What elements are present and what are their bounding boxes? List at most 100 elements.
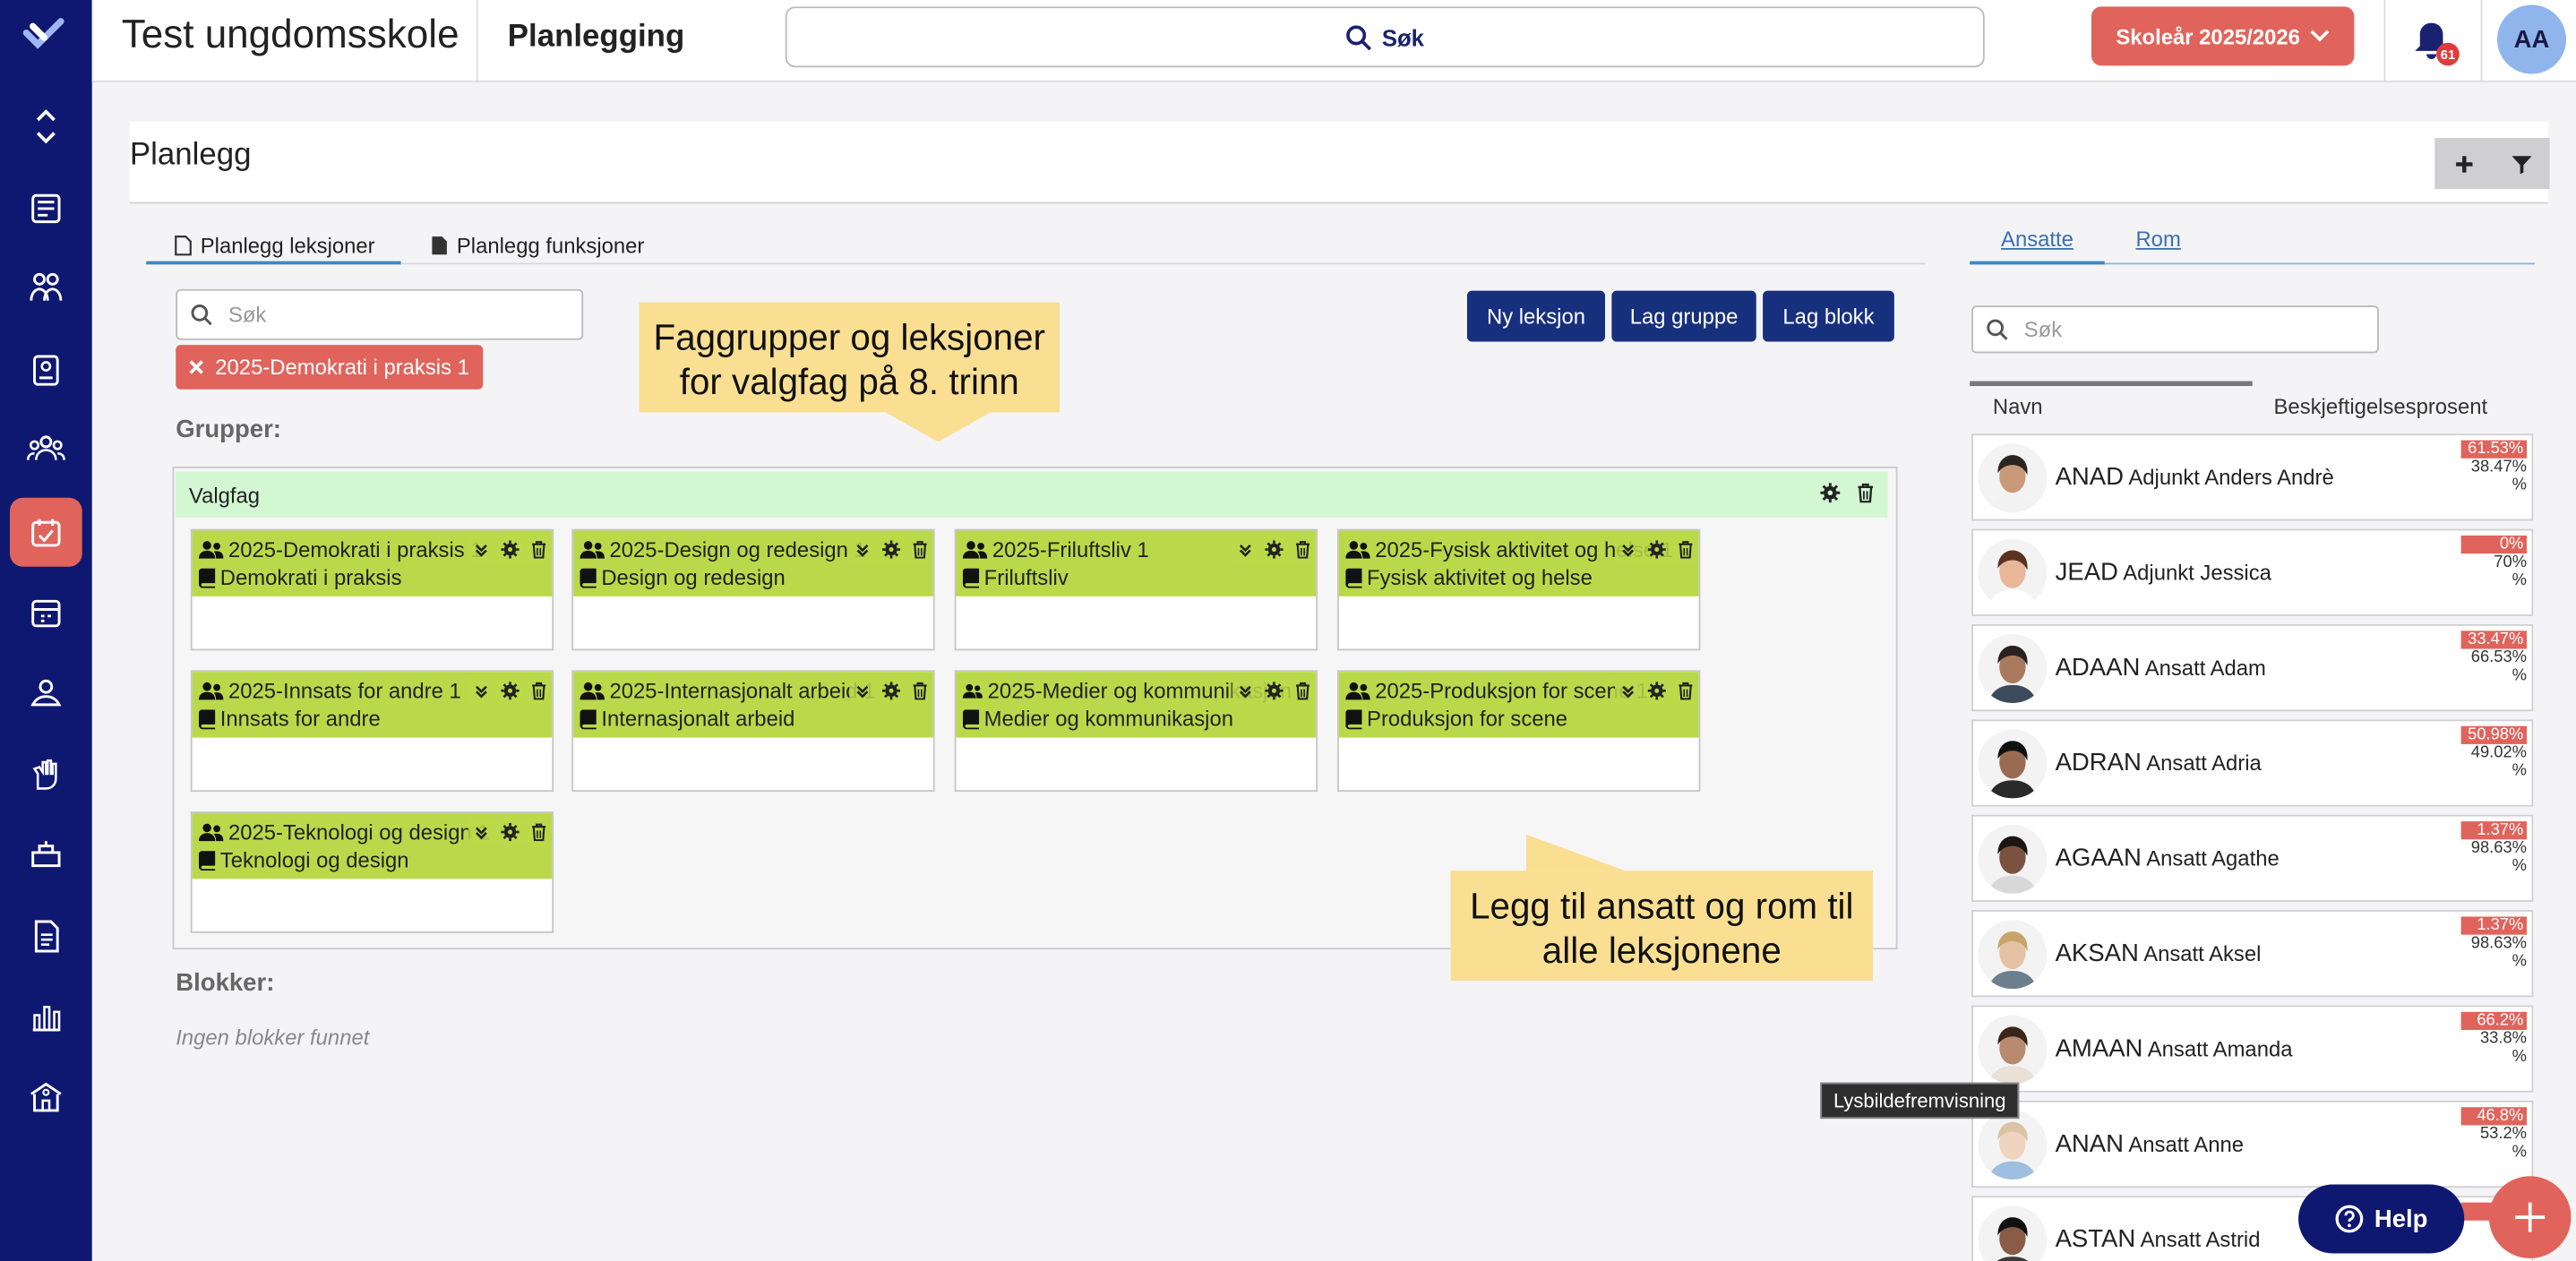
news-icon[interactable]: [10, 174, 82, 243]
school-icon[interactable]: [10, 1063, 82, 1132]
add-button[interactable]: [2434, 138, 2493, 189]
trash-icon[interactable]: [530, 682, 546, 700]
document-icon[interactable]: [10, 902, 82, 971]
lesson-card[interactable]: 2025-Innsats for andre 1 Innsats for andr…: [190, 670, 554, 793]
timetable-icon[interactable]: [10, 335, 82, 404]
chevron-double-down-icon[interactable]: [1620, 541, 1636, 557]
chart-icon[interactable]: [10, 982, 82, 1051]
chevron-double-down-icon[interactable]: [1620, 682, 1636, 699]
lesson-group-name: 2025-Demokrati i praksis 1: [228, 536, 483, 562]
chevron-double-down-icon[interactable]: [473, 824, 489, 840]
absence-icon[interactable]: [10, 739, 82, 808]
staff-code: ANAN: [2055, 1129, 2125, 1159]
calendar-icon[interactable]: [10, 579, 82, 648]
trash-icon[interactable]: [1294, 682, 1310, 700]
gear-icon[interactable]: [881, 540, 901, 559]
filter-chip[interactable]: 2025-Demokrati i praksis 1: [176, 345, 483, 390]
school-name[interactable]: Test ungdomsskole: [122, 13, 459, 59]
staff-available-percentage: 33.47%: [2460, 630, 2527, 649]
app-logo-icon[interactable]: [22, 16, 69, 56]
staff-search-input[interactable]: [2023, 317, 2353, 342]
staff-full-name: Ansatt Adria: [2146, 751, 2262, 776]
search-icon: [1987, 319, 2008, 340]
staff-row[interactable]: AMAAN Ansatt Amanda 66.2% 33.8%%: [1971, 1005, 2534, 1093]
staff-row[interactable]: ANAN Ansatt Anne 46.8% 53.2%%: [1971, 1100, 2534, 1188]
make-group-button[interactable]: Lag gruppe: [1611, 290, 1756, 342]
new-lesson-button[interactable]: Ny leksjon: [1466, 290, 1606, 342]
room-icon[interactable]: [10, 819, 82, 888]
tab-employees[interactable]: Ansatte: [2001, 227, 2074, 252]
gear-icon[interactable]: [501, 540, 519, 559]
staff-row[interactable]: ADAAN Ansatt Adam 33.47% 66.53%%: [1971, 623, 2534, 712]
chevron-double-down-icon[interactable]: [854, 541, 871, 557]
book-icon: [1345, 708, 1362, 729]
lesson-card[interactable]: 2025-Medier og kommunikasjon 1 Medier og …: [954, 670, 1318, 793]
chevron-double-down-icon[interactable]: [1237, 541, 1253, 557]
staff-employment-percentage: 70%: [2494, 553, 2527, 572]
staff-row[interactable]: ANAD Adjunkt Anders Andrè 61.53% 38.47%%: [1971, 433, 2534, 521]
chevron-double-down-icon[interactable]: [1237, 682, 1253, 699]
trash-icon[interactable]: [530, 540, 546, 559]
file-icon: [175, 235, 192, 255]
help-label: Help: [2374, 1205, 2428, 1233]
gear-icon[interactable]: [1265, 682, 1284, 700]
make-block-button[interactable]: Lag blokk: [1763, 290, 1894, 342]
lesson-search-input[interactable]: [228, 302, 557, 328]
trash-icon[interactable]: [1294, 540, 1310, 559]
lesson-card[interactable]: 2025-Internasjonalt arbeid 1 Internasjona…: [571, 670, 935, 793]
staff-row[interactable]: ADRAN Ansatt Adria 50.98% 49.02%%: [1971, 719, 2534, 807]
tab-plan-functions[interactable]: Planlegg funksjoner: [431, 223, 644, 266]
trash-icon[interactable]: [1857, 483, 1875, 503]
trash-icon[interactable]: [1678, 682, 1694, 700]
people-icon[interactable]: [10, 414, 82, 483]
school-year-button[interactable]: Skoleår 2025/2026: [2091, 6, 2355, 66]
column-header-percentage[interactable]: Beskjeftigelsesprosent: [2274, 394, 2488, 419]
lesson-subject: Design og redesign: [601, 564, 786, 590]
column-header-name[interactable]: Navn: [1993, 394, 2043, 419]
help-button[interactable]: Help: [2298, 1184, 2465, 1254]
staff-row[interactable]: AKSAN Ansatt Aksel 1.37% 98.63%%: [1971, 910, 2534, 998]
collapse-icon[interactable]: [10, 92, 82, 161]
lesson-subject: Demokrati i praksis: [219, 564, 402, 590]
chevron-double-down-icon[interactable]: [473, 541, 489, 557]
lesson-group-name: 2025-Produksjon for scene 1: [1375, 678, 1649, 704]
lesson-card[interactable]: 2025-Teknologi og design 1 Teknologi og d…: [190, 811, 554, 933]
staff-photo: [1978, 1205, 2048, 1261]
tab-rooms[interactable]: Rom: [2135, 227, 2180, 252]
users-icon: [198, 540, 224, 558]
gear-icon[interactable]: [501, 682, 519, 700]
trash-icon[interactable]: [1678, 540, 1694, 559]
planning-icon[interactable]: [10, 497, 82, 567]
add-fab-button[interactable]: [2488, 1176, 2572, 1258]
chevron-double-down-icon[interactable]: [473, 682, 489, 699]
filter-button[interactable]: [2492, 138, 2550, 189]
global-search[interactable]: Søk: [785, 6, 1985, 68]
trash-icon[interactable]: [530, 823, 546, 842]
gear-icon[interactable]: [881, 682, 901, 700]
gear-icon[interactable]: [1265, 540, 1284, 559]
gear-icon[interactable]: [1647, 540, 1666, 559]
staff-percentage-unit: %: [2512, 666, 2527, 685]
staff-search[interactable]: [1971, 305, 2379, 354]
lesson-card[interactable]: 2025-Design og redesign 1 Design og redes…: [571, 528, 935, 651]
lesson-card[interactable]: 2025-Fysisk aktivitet og helse 1 Fysisk a…: [1337, 528, 1701, 651]
lesson-card[interactable]: 2025-Produksjon for scene 1 Produksjon fo…: [1337, 670, 1701, 793]
tab-plan-lessons[interactable]: Planlegg leksjoner: [174, 223, 375, 266]
lesson-card[interactable]: 2025-Demokrati i praksis 1 Demokrati i pr…: [190, 528, 554, 651]
gear-icon[interactable]: [1820, 483, 1841, 503]
user-support-icon[interactable]: [10, 659, 82, 728]
trash-icon[interactable]: [912, 540, 928, 559]
users-icon: [962, 540, 988, 558]
gear-icon[interactable]: [1647, 682, 1666, 700]
staff-row[interactable]: AGAAN Ansatt Agathe 1.37% 98.63%%: [1971, 814, 2534, 902]
lesson-card[interactable]: 2025-Friluftsliv 1 Friluftsliv: [954, 528, 1318, 651]
classes-icon[interactable]: [10, 253, 82, 322]
staff-row[interactable]: JEAD Adjunkt Jessica 0% 70%%: [1971, 528, 2534, 616]
chevron-double-down-icon[interactable]: [854, 682, 871, 699]
lesson-search[interactable]: [176, 288, 584, 340]
chevron-down-icon: [2310, 30, 2330, 42]
trash-icon[interactable]: [912, 682, 928, 700]
user-avatar[interactable]: AA: [2496, 4, 2567, 74]
gear-icon[interactable]: [501, 822, 519, 842]
close-icon[interactable]: [189, 360, 204, 375]
